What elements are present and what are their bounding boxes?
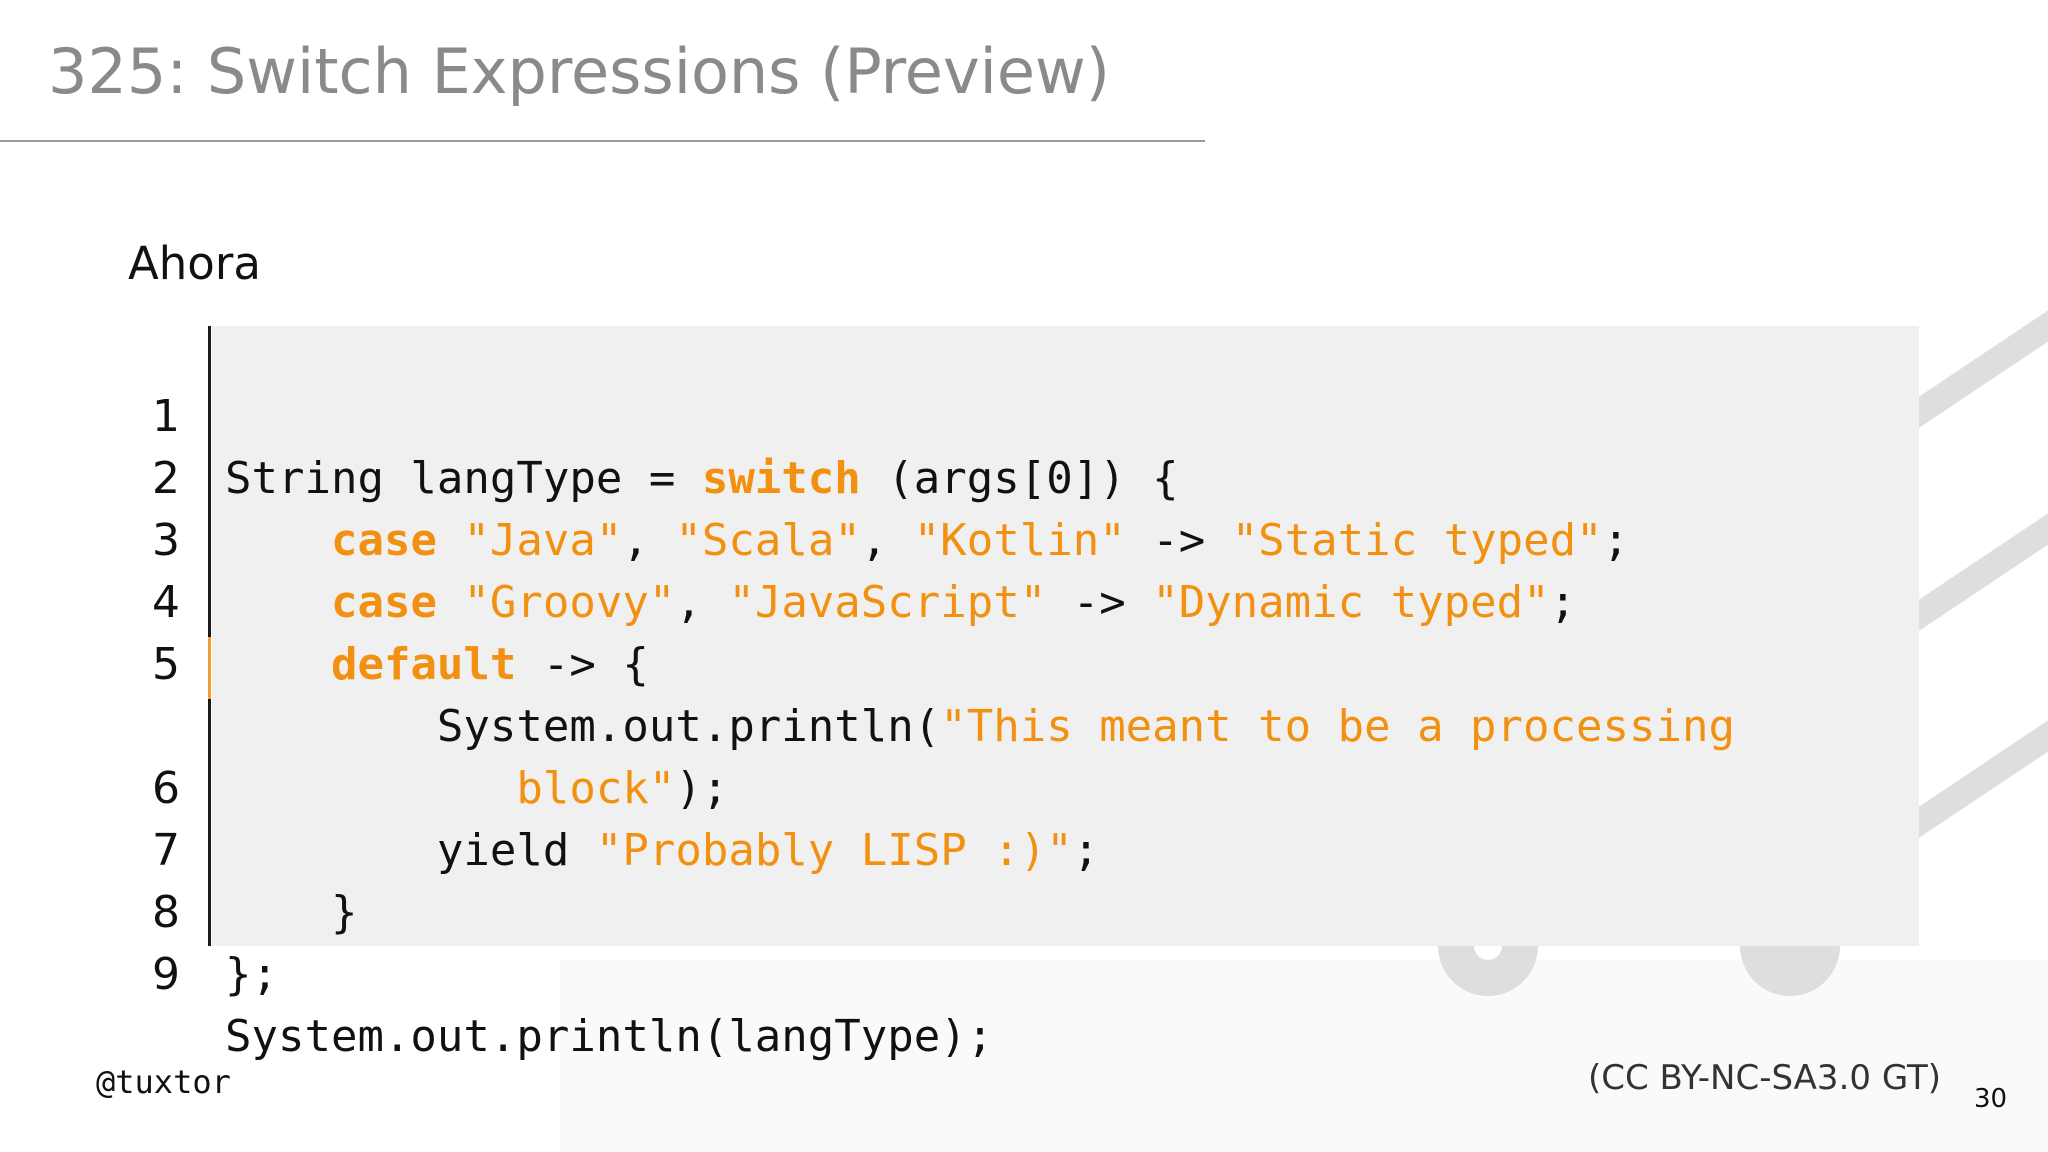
code-token-text: } (225, 887, 358, 938)
code-token-text: ; (1072, 825, 1100, 876)
code-token-keyword: case (330, 577, 437, 628)
code-token-string: "Dynamic typed" (1152, 577, 1550, 628)
code-token-string: "Probably LISP :)" (595, 825, 1073, 876)
code-line: 2 case "Java", "Scala", "Kotlin" -> "Sta… (0, 386, 1629, 566)
line-number: 1 (152, 391, 180, 442)
code-token-text: System.out.println( (225, 701, 941, 752)
code-token-keyword: switch (701, 453, 861, 504)
code-line: 1 String langType = switch (args[0]) { (0, 324, 1179, 504)
code-token-string: "Java" (463, 515, 623, 566)
line-number: 4 (152, 577, 180, 628)
code-token-text: -> (1046, 577, 1153, 628)
title-underline (0, 140, 1205, 142)
slide-subtitle: Ahora (128, 237, 261, 290)
line-number: 2 (152, 453, 180, 504)
code-token-string: "This meant to be a processing (940, 701, 1735, 752)
code-text: block"); (225, 758, 728, 820)
line-number-gutter-divider (208, 326, 211, 946)
code-token-text: String langType = (225, 453, 702, 504)
code-text: System.out.println(langType); (225, 1006, 993, 1068)
code-text: default -> { (225, 634, 649, 696)
code-token-text: , (860, 515, 914, 566)
code-token-text: (args[0]) { (860, 453, 1179, 504)
code-line: 9 System.out.println(langType); (0, 882, 993, 1062)
code-token-text: , (622, 515, 676, 566)
code-text: yield "Probably LISP :)"; (225, 820, 1099, 882)
code-line: 6 yield "Probably LISP :)"; (0, 696, 1099, 876)
code-token-string: "Scala" (675, 515, 861, 566)
code-token-text: yield (225, 825, 596, 876)
code-text: String langType = switch (args[0]) { (225, 448, 1179, 510)
line-number: 6 (152, 763, 180, 814)
code-line: 3 case "Groovy", "JavaScript" -> "Dynami… (0, 448, 1576, 628)
code-line: 5 System.out.println("This meant to be a… (0, 572, 1735, 752)
code-line: 7 } (0, 758, 357, 938)
code-token-keyword: default (330, 639, 517, 690)
decoration-stripe-1 (1892, 310, 2048, 436)
code-token-text: ); (675, 763, 729, 814)
code-line: 8 }; (0, 820, 278, 1000)
line-number: 5 (152, 639, 180, 690)
code-line: 4 default -> { (0, 510, 649, 690)
code-token-string: "Groovy" (463, 577, 676, 628)
line-number: 8 (152, 887, 180, 938)
code-token-string: "Static typed" (1231, 515, 1603, 566)
code-text: } (225, 882, 358, 944)
code-token-string: "Kotlin" (913, 515, 1126, 566)
code-token-text: }; (225, 949, 278, 1000)
code-token-text: -> { (516, 639, 649, 690)
decoration-stripe-2 (1892, 513, 2048, 639)
code-text: }; (225, 944, 278, 1006)
author-handle: @tuxtor (96, 1063, 231, 1101)
code-text: case "Java", "Scala", "Kotlin" -> "Stati… (225, 510, 1629, 572)
code-line-continuation: block"); (0, 634, 728, 814)
code-token-text: ; (1602, 515, 1630, 566)
decoration-stripe-3 (1892, 720, 2048, 846)
code-token-text: System.out.println(langType); (225, 1011, 994, 1062)
wrapped-line-marker (208, 637, 211, 699)
code-token-text: -> (1125, 515, 1232, 566)
page-number: 30 (1974, 1084, 2008, 1114)
code-text: case "Groovy", "JavaScript" -> "Dynamic … (225, 572, 1576, 634)
code-token-string: "JavaScript" (728, 577, 1047, 628)
line-number: 3 (152, 515, 180, 566)
code-token-text: , (675, 577, 729, 628)
code-token-keyword: case (330, 515, 437, 566)
code-token-text: ; (1549, 577, 1577, 628)
line-number: 7 (152, 825, 180, 876)
code-token-string: block" (516, 763, 676, 814)
slide-title: 325: Switch Expressions (Preview) (48, 35, 1110, 108)
code-text: System.out.println("This meant to be a p… (225, 696, 1735, 758)
line-number: 9 (152, 949, 180, 1000)
code-block: 1 String langType = switch (args[0]) { 2… (0, 324, 1735, 1062)
license-notice: (CC BY-NC-SA3.0 GT) (1588, 1058, 1941, 1098)
